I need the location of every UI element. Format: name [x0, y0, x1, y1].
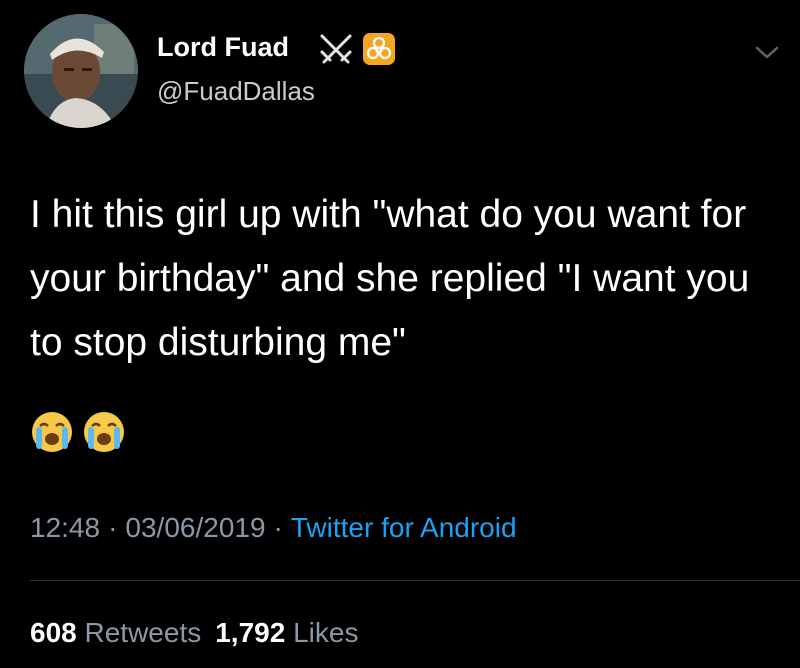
- chevron-down-icon[interactable]: [752, 40, 782, 64]
- avatar[interactable]: [24, 14, 138, 128]
- retweets-label: Retweets: [84, 617, 202, 648]
- tweet-time[interactable]: 12:48: [30, 512, 100, 543]
- divider: [30, 580, 800, 581]
- tweet-date[interactable]: 03/06/2019: [125, 512, 265, 543]
- tweet-emojis: [30, 410, 126, 458]
- tweet-stats: 608 Retweets 1,792 Likes: [30, 617, 358, 649]
- retweets-stat[interactable]: 608 Retweets: [30, 617, 201, 648]
- retweets-count: 608: [30, 617, 77, 648]
- likes-label: Likes: [293, 617, 359, 648]
- avatar-photo: [24, 14, 138, 128]
- tweet-source-link[interactable]: Twitter for Android: [291, 512, 517, 543]
- loudly-crying-face-icon: [32, 412, 72, 452]
- swords-icon: [320, 34, 352, 64]
- loudly-crying-face-icon: [84, 412, 124, 452]
- biohazard-icon: [363, 33, 395, 65]
- tweet-text: I hit this girl up with "what do you wan…: [30, 193, 750, 364]
- tweet-meta: 12:48 · 03/06/2019 · Twitter for Android: [30, 512, 517, 544]
- user-handle[interactable]: @FuadDallas: [157, 76, 315, 107]
- likes-stat[interactable]: 1,792 Likes: [215, 617, 358, 648]
- likes-count: 1,792: [215, 617, 286, 648]
- meta-separator: ·: [273, 512, 283, 543]
- tweet-card: Lord Fuad @FuadDallas I hit this girl up…: [0, 0, 800, 668]
- meta-separator: ·: [108, 512, 118, 543]
- display-name[interactable]: Lord Fuad: [157, 32, 289, 63]
